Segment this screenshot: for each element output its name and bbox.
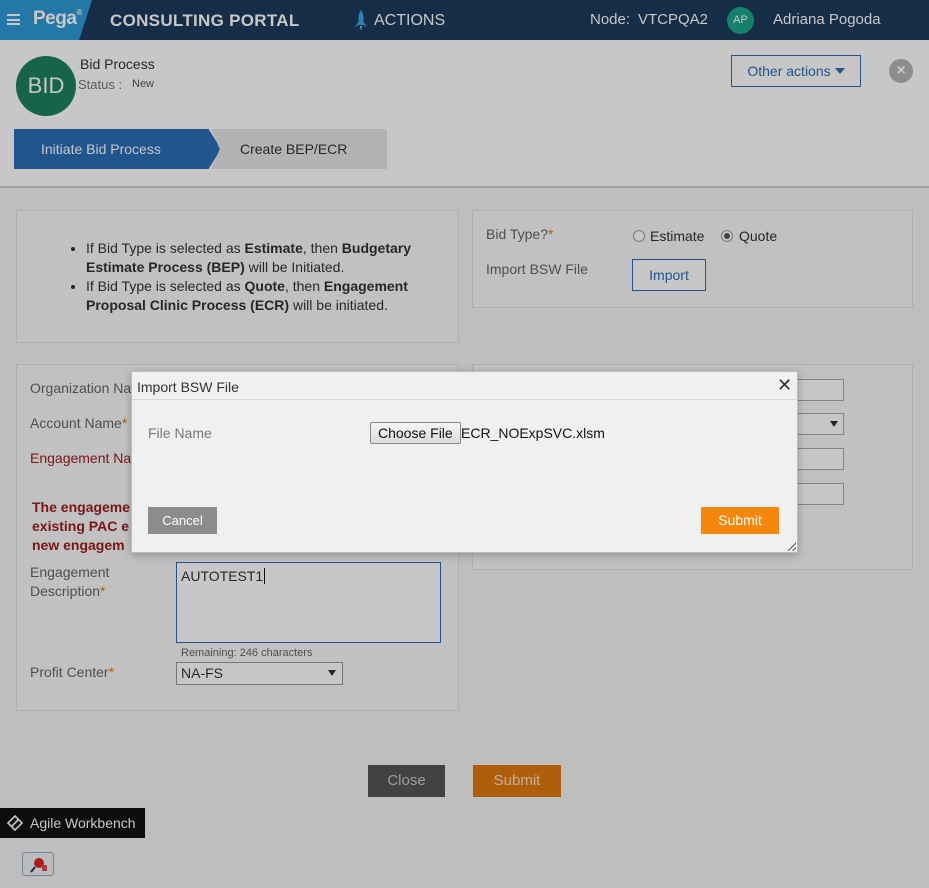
dialog-submit-button[interactable]: Submit [701, 507, 779, 534]
dialog-cancel-button[interactable]: Cancel [148, 507, 217, 534]
close-icon[interactable]: ✕ [777, 375, 792, 395]
dialog-header: Import BSW File ✕ [132, 372, 797, 400]
resize-handle-icon[interactable] [787, 542, 796, 551]
dialog-title: Import BSW File [137, 379, 239, 395]
choose-file-button[interactable]: Choose File [370, 422, 461, 444]
import-bsw-dialog: Import BSW File ✕ File Name Choose File … [131, 371, 798, 553]
selected-file-name: ECR_NOExpSVC.xlsm [461, 425, 605, 441]
file-name-label: File Name [148, 425, 212, 441]
